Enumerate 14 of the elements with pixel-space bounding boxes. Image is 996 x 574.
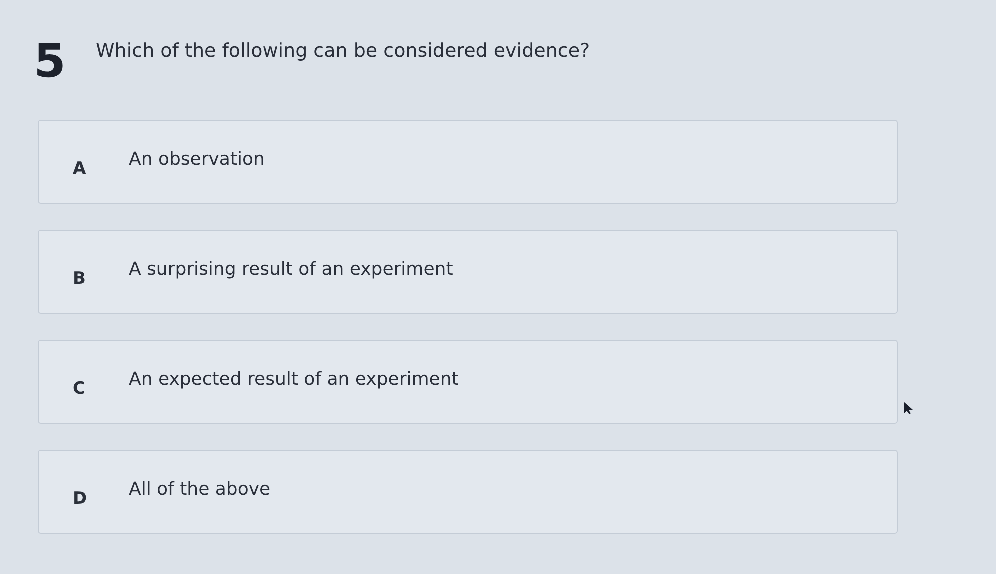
option-text: An observation [129, 149, 265, 170]
option-text: A surprising result of an experiment [129, 259, 454, 280]
option-letter: D [73, 489, 88, 509]
option-letter: C [73, 379, 86, 399]
cursor-icon [903, 401, 915, 415]
option-text: An expected result of an experiment [129, 369, 459, 390]
answer-option[interactable]: A An observation [38, 120, 898, 204]
option-text: All of the above [129, 479, 271, 500]
answer-option[interactable]: D All of the above [38, 450, 898, 534]
answer-option[interactable]: B A surprising result of an experiment [38, 230, 898, 314]
option-letter: A [73, 159, 88, 179]
question-text: Which of the following can be considered evidence? [96, 40, 590, 62]
option-letter: B [73, 269, 87, 289]
question-number: 5 [34, 38, 66, 84]
